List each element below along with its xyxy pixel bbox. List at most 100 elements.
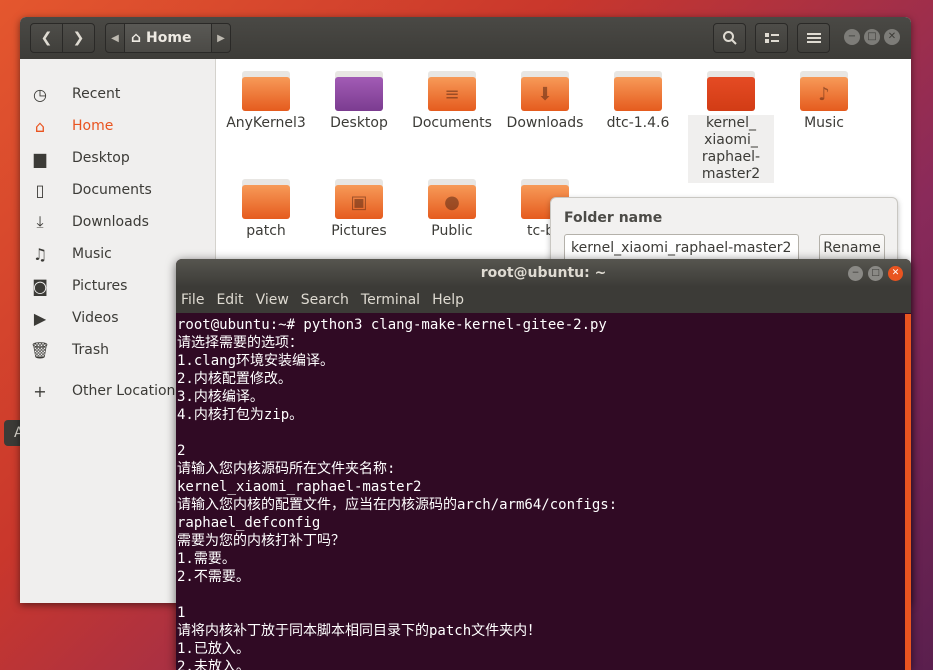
terminal-maximize-button[interactable]: □ <box>868 266 883 281</box>
terminal-line: 请输入您内核的配置文件，应当在内核源码的arch/arm64/configs: <box>177 496 905 514</box>
terminal-line-text: 请将内核补丁放于同本脚本相同目录下的patch文件夹内！ <box>177 623 542 639</box>
path-label: Home <box>146 30 192 46</box>
download-icon: ⤓ <box>36 212 44 231</box>
terminal-menu-edit[interactable]: Edit <box>216 292 243 308</box>
terminal-menu-search[interactable]: Search <box>301 292 349 308</box>
folder-icon <box>335 71 383 111</box>
folder-icon <box>242 71 290 111</box>
sidebar-item-documents[interactable]: ▯ Documents <box>20 174 216 206</box>
list-view-icon <box>764 33 779 43</box>
file-item[interactable]: patch <box>223 179 309 240</box>
document-icon: ▯ <box>35 180 45 200</box>
terminal-menu-help[interactable]: Help <box>432 292 464 308</box>
terminal-close-button[interactable]: ✕ <box>888 266 903 281</box>
file-name: Pictures <box>331 223 387 239</box>
file-name: patch <box>246 223 286 239</box>
file-manager-headerbar: ❮ ❯ ◀ ⌂ Home ▶ − □ ✕ <box>20 17 911 59</box>
terminal-line: 请选择需要的选项： <box>177 334 905 352</box>
path-home-button[interactable]: ⌂ Home <box>124 24 212 52</box>
terminal-window: root@ubuntu: ~ − □ ✕ File Edit View Search T… <box>176 259 911 670</box>
sidebar-item-label: Home <box>72 118 114 134</box>
file-name: AnyKernel3 <box>226 115 306 131</box>
folder-name-input[interactable]: kernel_xiaomi_raphael-master2 <box>564 234 799 262</box>
path-bar: ◀ ⌂ Home ▶ <box>105 23 231 53</box>
terminal-line: 需要为您的内核打补丁吗？ <box>177 532 905 550</box>
terminal-menubar: File Edit View Search Terminal Help <box>176 287 911 313</box>
music-icon: ♫ <box>32 244 48 264</box>
file-item[interactable]: AnyKernel3 <box>223 71 309 132</box>
path-left-arrow-icon[interactable]: ◀ <box>106 33 124 44</box>
search-icon <box>722 31 737 45</box>
sidebar-item-desktop[interactable]: ▆ Desktop <box>20 142 216 174</box>
terminal-line-text: 1 <box>177 605 186 621</box>
sidebar-item-label: Documents <box>72 182 152 198</box>
terminal-line-text: 请输入您内核源码所在文件夹名称: <box>177 461 396 477</box>
file-item[interactable]: dtc-1.4.6 <box>595 71 681 132</box>
close-button[interactable]: ✕ <box>884 29 900 45</box>
file-name: Public <box>431 223 473 239</box>
terminal-line-text: root@ubuntu:~# python3 clang-make-kernel… <box>177 317 607 333</box>
terminal-menu-file[interactable]: File <box>181 292 204 308</box>
clock-icon: ◷ <box>33 84 47 104</box>
sidebar-item-home[interactable]: ⌂ Home <box>20 110 216 142</box>
terminal-scrollbar[interactable] <box>905 314 911 670</box>
sidebar-item-label: Downloads <box>72 214 149 230</box>
terminal-line: 2.不需要。 <box>177 568 905 586</box>
minimize-button[interactable]: − <box>844 29 860 45</box>
maximize-button[interactable]: □ <box>864 29 880 45</box>
folder-icon: ♪ <box>800 71 848 111</box>
terminal-line: 请输入您内核源码所在文件夹名称: <box>177 460 905 478</box>
sidebar-item-label: Trash <box>72 342 109 358</box>
rename-button[interactable]: Rename <box>819 234 885 262</box>
terminal-line-text: 1.已放入。 <box>177 641 250 657</box>
search-button[interactable] <box>713 23 746 53</box>
file-item[interactable]: ▣ Pictures <box>316 179 402 240</box>
terminal-line: 4.内核打包为zip。 <box>177 406 905 424</box>
file-item[interactable]: Desktop <box>316 71 402 132</box>
hamburger-icon <box>806 33 821 43</box>
video-icon: ▶ <box>33 308 47 328</box>
view-options-button[interactable] <box>755 23 788 53</box>
menu-button[interactable] <box>797 23 830 53</box>
terminal-line: 1.已放入。 <box>177 640 905 658</box>
terminal-line-text: 1.需要。 <box>177 551 236 567</box>
file-name: dtc-1.4.6 <box>606 115 670 131</box>
folder-icon: ● <box>428 179 476 219</box>
file-item[interactable]: ♪ Music <box>781 71 867 132</box>
terminal-line: 1 <box>177 604 905 622</box>
terminal-menu-terminal[interactable]: Terminal <box>361 292 420 308</box>
path-right-arrow-icon[interactable]: ▶ <box>212 33 230 44</box>
chevron-left-icon: ❮ <box>40 30 53 46</box>
terminal-line: 2.内核配置修改。 <box>177 370 905 388</box>
terminal-line-text: 2.未放入。 <box>177 659 250 670</box>
terminal-line-text: 2 <box>177 443 186 459</box>
file-item[interactable]: ⬇ Downloads <box>502 71 588 132</box>
file-name: kernel_ xiaomi_ raphael- master2 <box>688 115 774 183</box>
terminal-line-text: 请输入您内核的配置文件，应当在内核源码的arch/arm64/configs: <box>177 497 618 513</box>
trash-icon: 🗑 <box>29 340 51 360</box>
file-item[interactable]: kernel_ xiaomi_ raphael- master2 <box>688 71 774 183</box>
terminal-line: 3.内核编译。 <box>177 388 905 406</box>
back-button[interactable]: ❮ <box>30 23 63 53</box>
chevron-right-icon: ❯ <box>72 30 85 46</box>
terminal-menu-view[interactable]: View <box>256 292 289 308</box>
terminal-line: 1.clang环境安装编译。 <box>177 352 905 370</box>
sidebar-item-label: Pictures <box>72 278 128 294</box>
folder-icon <box>242 179 290 219</box>
sidebar-item-downloads[interactable]: ⤓ Downloads <box>20 206 216 238</box>
folder-icon: ⬇ <box>521 71 569 111</box>
sidebar-item-recent[interactable]: ◷ Recent <box>20 78 216 110</box>
sidebar-item-label: Videos <box>72 310 119 326</box>
file-item[interactable]: ● Public <box>409 179 495 240</box>
terminal-line: 2.未放入。 <box>177 658 905 670</box>
terminal-title: root@ubuntu: ~ <box>176 259 911 287</box>
file-name: Desktop <box>330 115 388 131</box>
forward-button[interactable]: ❯ <box>62 23 95 53</box>
file-item[interactable]: ≡ Documents <box>409 71 495 132</box>
terminal-line-text: 需要为您的内核打补丁吗？ <box>177 533 345 549</box>
terminal-minimize-button[interactable]: − <box>848 266 863 281</box>
terminal-output[interactable]: root@ubuntu:~# python3 clang-make-kernel… <box>176 314 905 670</box>
terminal-line-text: raphael_defconfig <box>177 515 321 531</box>
sidebar-item-label: Desktop <box>72 150 130 166</box>
